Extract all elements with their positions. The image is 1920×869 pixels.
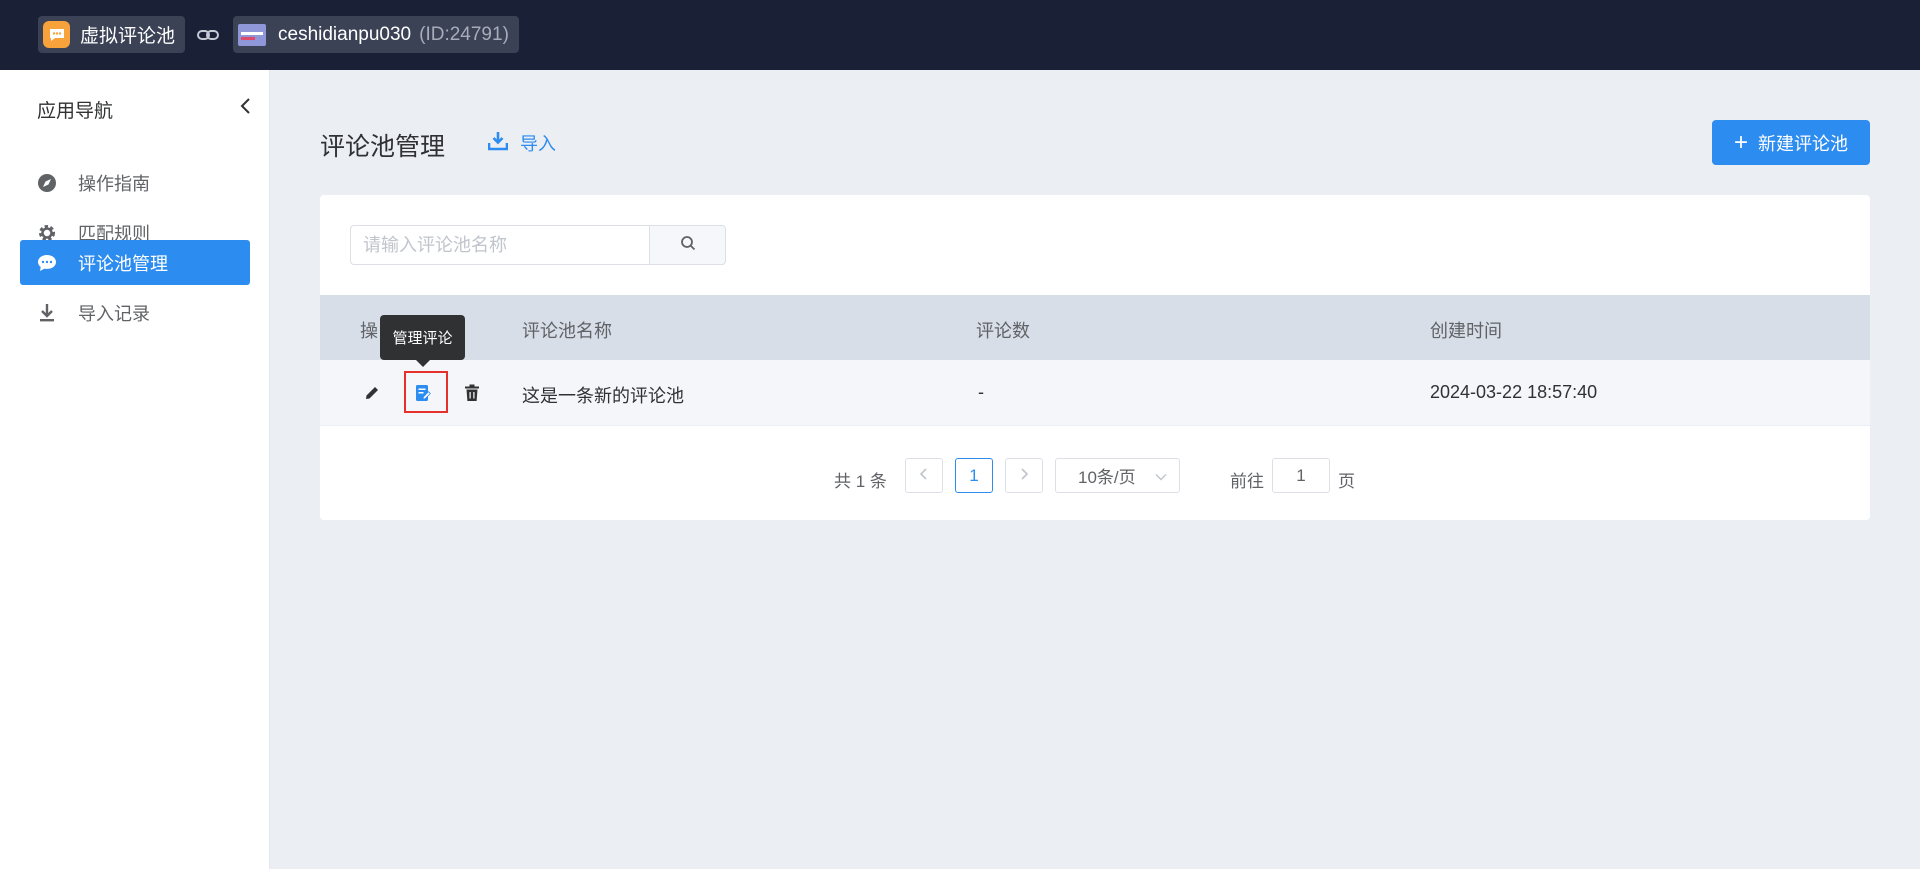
- column-header-created: 创建时间: [1430, 321, 1502, 341]
- pool-name[interactable]: 这是一条新的评论池: [522, 382, 684, 408]
- chevron-down-icon: [1155, 466, 1167, 486]
- search-input[interactable]: [350, 225, 649, 265]
- chat-bubble-icon: [43, 21, 70, 48]
- sidebar-item-comment-pool[interactable]: 评论池管理: [20, 240, 250, 285]
- column-header-count: 评论数: [976, 321, 1030, 341]
- link-icon: [196, 24, 220, 46]
- shop-switcher[interactable]: ceshidianpu030 (ID:24791): [233, 16, 519, 53]
- manage-comments-highlight: [404, 371, 448, 413]
- sidebar-item-guide[interactable]: 操作指南: [20, 160, 250, 205]
- sidebar-item-label: 导入记录: [78, 303, 150, 324]
- search-button[interactable]: [649, 225, 726, 265]
- app-name: 虚拟评论池: [80, 26, 176, 47]
- edit-icon[interactable]: [357, 378, 387, 408]
- search-bar: [350, 225, 726, 265]
- sidebar-item-label: 评论池管理: [78, 253, 168, 274]
- import-icon: [487, 131, 509, 156]
- sidebar-title: 应用导航: [37, 101, 114, 122]
- chevron-right-icon: [1019, 466, 1029, 486]
- column-header-actions: 操: [360, 321, 378, 341]
- chat-icon: [36, 252, 58, 274]
- page-size-value: 10条/页: [1078, 468, 1136, 487]
- shop-avatar: [238, 23, 266, 46]
- chevron-left-icon: [919, 466, 929, 486]
- new-comment-pool-button[interactable]: + 新建评论池: [1712, 120, 1870, 165]
- prev-page-button[interactable]: [905, 458, 943, 493]
- table-header: 操 评论池名称 评论数 创建时间: [320, 295, 1870, 360]
- sidebar: 应用导航 操作指南 匹配规则 评论池管理 导入记录: [0, 70, 270, 869]
- new-button-label: 新建评论池: [1758, 133, 1848, 154]
- download-icon: [36, 302, 58, 324]
- created-time: 2024-03-22 18:57:40: [1430, 382, 1598, 402]
- plus-icon: +: [1733, 128, 1748, 156]
- table-row: 这是一条新的评论池 - 2024-03-22 18:57:40: [320, 360, 1870, 426]
- import-button[interactable]: 导入: [487, 130, 556, 156]
- top-bar: 虚拟评论池 ceshidianpu030 (ID:24791): [0, 0, 1920, 70]
- app-switcher[interactable]: 虚拟评论池: [38, 16, 186, 53]
- goto-suffix: 页: [1338, 472, 1355, 491]
- next-page-button[interactable]: [1005, 458, 1043, 493]
- sidebar-item-import-records[interactable]: 导入记录: [20, 290, 250, 335]
- comment-pool-card: 操 评论池名称 评论数 创建时间 这是一条新的评论池 - 2024-03-22 …: [320, 195, 1870, 520]
- trash-icon[interactable]: [457, 378, 487, 408]
- comment-count: -: [978, 382, 984, 402]
- page-number-current[interactable]: 1: [955, 458, 993, 493]
- compass-icon: [36, 172, 58, 194]
- goto-prefix: 前往: [1230, 472, 1264, 491]
- shop-id: (ID:24791): [419, 23, 509, 45]
- pagination-total: 共 1 条: [834, 472, 887, 491]
- page-size-select[interactable]: 10条/页: [1055, 458, 1180, 493]
- tooltip: 管理评论: [380, 315, 465, 367]
- page-title: 评论池管理: [320, 133, 446, 161]
- chevron-left-icon[interactable]: [236, 96, 256, 116]
- column-header-name: 评论池名称: [522, 321, 612, 341]
- shop-name: ceshidianpu030: [278, 23, 412, 45]
- import-label: 导入: [520, 134, 556, 154]
- sidebar-item-label: 操作指南: [78, 173, 150, 194]
- search-icon: [680, 235, 696, 256]
- goto-page-input[interactable]: 1: [1272, 458, 1330, 493]
